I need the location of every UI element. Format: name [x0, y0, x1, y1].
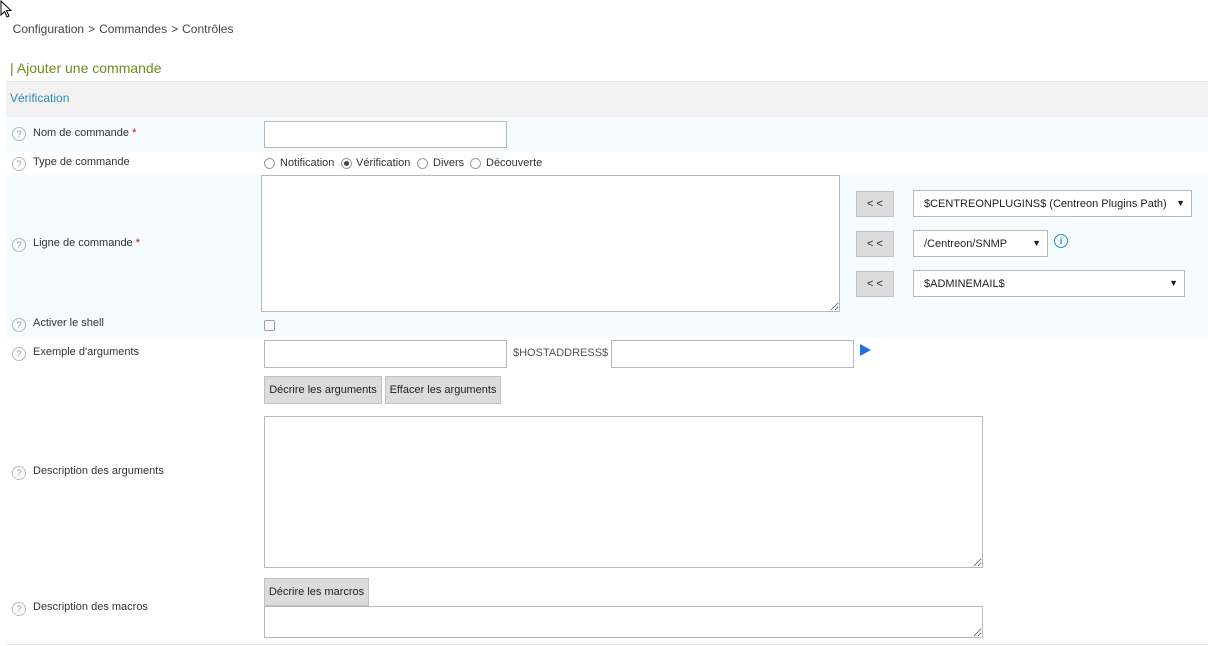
- insert-macro-button[interactable]: < <: [856, 191, 894, 217]
- breadcrumb-item-commandes[interactable]: Commandes: [99, 22, 167, 36]
- section-header: [6, 81, 1208, 117]
- ligne-label: Ligne de commande *: [33, 237, 140, 249]
- shell-checkbox[interactable]: [264, 320, 275, 331]
- required-marker: *: [135, 237, 141, 249]
- macros-description-textarea[interactable]: [264, 606, 983, 638]
- nom-input[interactable]: [264, 121, 507, 148]
- macros-description-label: Description des macros: [33, 601, 148, 613]
- play-icon[interactable]: [859, 343, 872, 357]
- insert-plugin-button[interactable]: < <: [856, 231, 894, 257]
- chevron-down-icon: ▼: [1176, 198, 1185, 208]
- radio-notification[interactable]: [264, 158, 275, 169]
- required-marker: *: [132, 127, 137, 139]
- page-title: | Ajouter une commande: [10, 60, 162, 76]
- type-label: Type de commande: [33, 156, 130, 168]
- divider: [6, 644, 1208, 645]
- radio-notification-label: Notification: [280, 157, 335, 169]
- radio-verification[interactable]: [341, 158, 352, 169]
- radio-decouverte-label: Découverte: [486, 157, 543, 169]
- chevron-down-icon: ▼: [1032, 238, 1041, 248]
- breadcrumb-item-controles[interactable]: Contrôles: [182, 22, 233, 36]
- radio-divers-label: Divers: [433, 157, 465, 169]
- shell-label: Activer le shell: [33, 317, 104, 329]
- macro-select-value: $CENTREONPLUGINS$ (Centreon Plugins Path…: [924, 198, 1167, 210]
- args-description-label: Description des arguments: [33, 465, 164, 477]
- resource-select-value: $ADMINEMAIL$: [924, 278, 1005, 290]
- chevron-down-icon: ▼: [1169, 278, 1178, 288]
- command-line-textarea[interactable]: [261, 175, 840, 312]
- breadcrumb-separator: >: [88, 22, 96, 36]
- resource-select[interactable]: $ADMINEMAIL$ ▼: [913, 270, 1185, 297]
- plugin-select-value: /Centreon/SNMP: [924, 238, 1008, 250]
- help-icon[interactable]: ?: [12, 127, 26, 141]
- clear-args-button[interactable]: Effacer les arguments: [385, 376, 501, 404]
- info-icon[interactable]: i: [1054, 234, 1068, 248]
- help-icon[interactable]: ?: [12, 466, 26, 480]
- help-icon[interactable]: ?: [12, 157, 26, 171]
- radio-divers[interactable]: [417, 158, 428, 169]
- breadcrumb: Configuration > Commandes > Contrôles: [6, 8, 234, 36]
- help-icon[interactable]: ?: [12, 238, 26, 252]
- row-shell-background: [6, 314, 1208, 338]
- hostaddress-label: $HOSTADDRESS$: [513, 347, 609, 359]
- help-icon[interactable]: ?: [12, 602, 26, 616]
- breadcrumb-item-configuration[interactable]: Configuration: [13, 22, 84, 36]
- describe-macros-button[interactable]: Décrire les marcros: [264, 578, 369, 606]
- plugin-select[interactable]: /Centreon/SNMP ▼: [913, 230, 1048, 257]
- exemple-label: Exemple d'arguments: [33, 346, 140, 358]
- macro-select[interactable]: $CENTREONPLUGINS$ (Centreon Plugins Path…: [913, 190, 1192, 217]
- help-icon[interactable]: ?: [12, 318, 26, 332]
- describe-args-button[interactable]: Décrire les arguments: [264, 376, 382, 404]
- ligne-label-text: Ligne de commande: [33, 237, 133, 249]
- row-nom-background: [6, 117, 1208, 152]
- section-title: Vérification: [10, 91, 70, 105]
- hostaddress-input[interactable]: [611, 340, 854, 368]
- breadcrumb-separator: >: [171, 22, 179, 36]
- nom-label-text: Nom de commande: [33, 127, 129, 139]
- help-icon[interactable]: ?: [12, 347, 26, 361]
- insert-resource-button[interactable]: < <: [856, 271, 894, 297]
- args-description-textarea[interactable]: [264, 416, 983, 568]
- row-type-background: [6, 152, 1208, 174]
- radio-verification-label: Vérification: [356, 157, 411, 169]
- nom-label: Nom de commande *: [33, 127, 136, 139]
- radio-decouverte[interactable]: [470, 158, 481, 169]
- example-args-input[interactable]: [264, 340, 507, 368]
